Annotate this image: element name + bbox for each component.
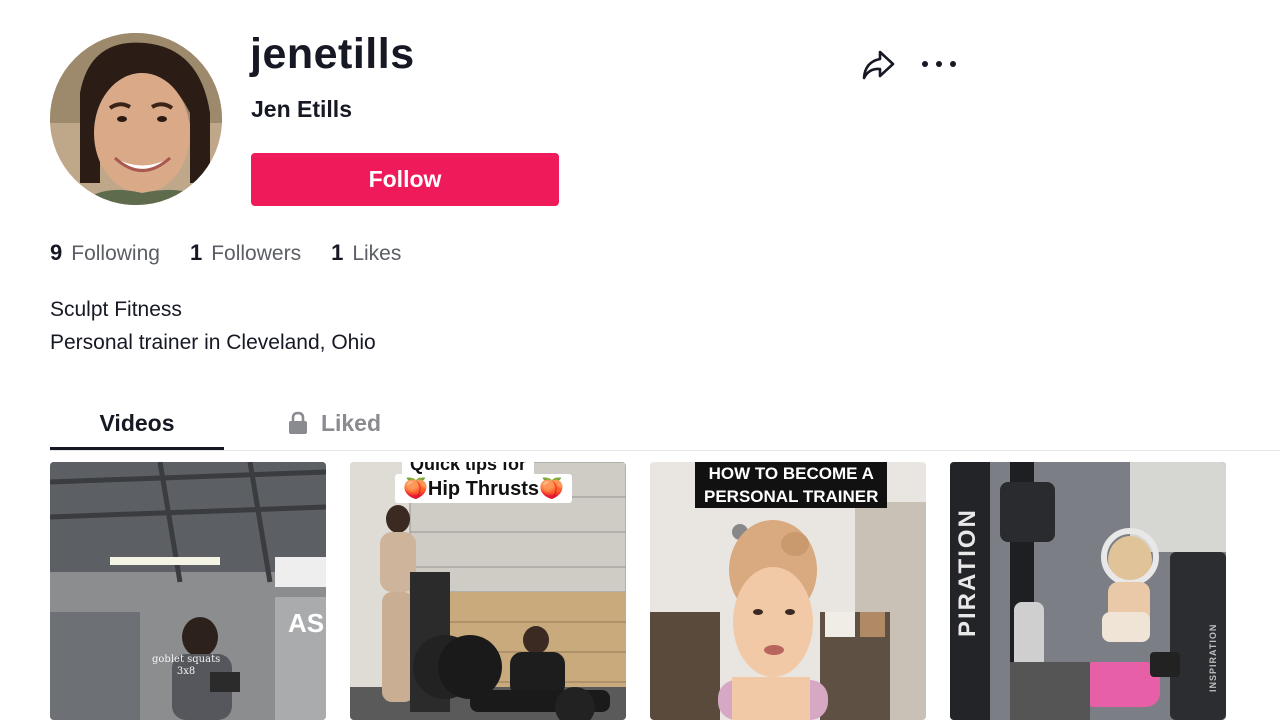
tab-label: Videos — [99, 409, 175, 436]
video-card[interactable]: Quick tips for 🍑Hip Thrusts🍑 — [350, 462, 626, 720]
video-caption-line: PERSONAL TRAINER — [704, 487, 879, 506]
more-dot — [936, 61, 942, 67]
active-tab-indicator — [50, 447, 224, 450]
stat-label: Followers — [211, 242, 302, 265]
follow-button[interactable]: Follow — [251, 153, 559, 206]
avatar[interactable] — [50, 33, 222, 205]
more-icon[interactable] — [920, 52, 958, 76]
bio: Sculpt Fitness Personal trainer in Cleve… — [50, 293, 376, 359]
profile-tabs: Videos Liked — [50, 396, 1280, 451]
stat-likes: 1 Likes — [331, 240, 401, 266]
video-grid: AS goblet squats 3x8 Quick tips for 🍑Hip… — [50, 462, 1250, 720]
more-dot — [950, 61, 956, 67]
tab-videos[interactable]: Videos — [50, 396, 224, 450]
bio-line: Sculpt Fitness — [50, 298, 182, 321]
video-card[interactable]: AS goblet squats 3x8 — [50, 462, 326, 720]
profile-stats: 9 Following 1 Followers 1 Likes — [50, 240, 431, 266]
username: jenetills — [250, 30, 415, 78]
more-dot — [922, 61, 928, 67]
video-thumbnail — [950, 462, 1226, 720]
video-card[interactable]: PIRATION INSPIRATION — [950, 462, 1226, 720]
bio-line: Personal trainer in Cleveland, Ohio — [50, 331, 376, 354]
video-card[interactable]: HOW TO BECOME A PERSONAL TRAINER — [650, 462, 926, 720]
lock-icon — [287, 411, 309, 435]
share-icon[interactable] — [860, 48, 896, 82]
video-caption: 🍑Hip Thrusts🍑 — [395, 474, 572, 503]
video-caption: HOW TO BECOME A PERSONAL TRAINER — [695, 462, 888, 508]
video-overlay-text: PIRATION — [954, 508, 981, 637]
video-overlay-text: goblet squats — [152, 654, 221, 665]
avatar-image — [50, 33, 222, 205]
tab-liked[interactable]: Liked — [274, 396, 394, 450]
stat-count: 1 — [189, 240, 203, 265]
stat-label: Following — [71, 242, 160, 265]
svg-text:AS: AS — [288, 608, 324, 638]
video-overlay-text: INSPIRATION — [1208, 623, 1218, 692]
stat-count: 1 — [331, 240, 344, 265]
tab-label: Liked — [320, 409, 382, 436]
video-caption-line: HOW TO BECOME A — [708, 464, 874, 483]
video-thumbnail: AS — [50, 462, 326, 720]
stat-count: 9 — [50, 240, 63, 265]
stat-following[interactable]: 9 Following — [50, 240, 160, 266]
video-overlay-text: 3x8 — [176, 666, 196, 677]
nickname: Jen Etills — [251, 96, 352, 122]
stat-label: Likes — [352, 242, 402, 265]
stat-followers[interactable]: 1 Followers — [190, 240, 301, 266]
